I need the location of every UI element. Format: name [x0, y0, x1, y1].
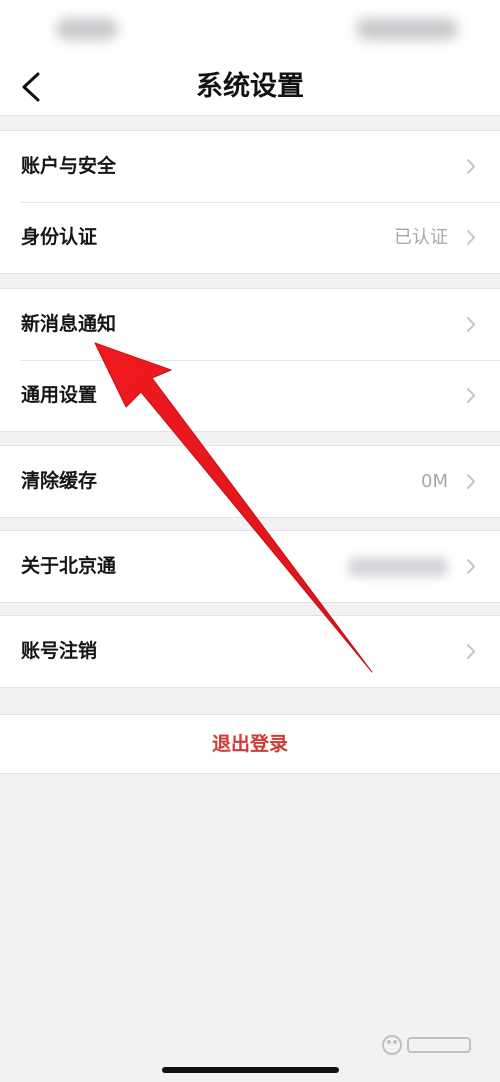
logout-button[interactable]: 退出登录: [0, 714, 500, 774]
chevron-right-icon: [467, 644, 475, 659]
cache-size: 0M: [421, 471, 448, 492]
row-label: 清除缓存: [21, 470, 98, 492]
watermark-logo: [382, 1035, 471, 1055]
status-bar: [0, 0, 500, 60]
row-label: 关于北京通: [21, 555, 117, 577]
settings-group-about: 关于北京通: [0, 530, 500, 603]
settings-group-cache: 清除缓存 0M: [0, 445, 500, 518]
settings-group-account: 账户与安全 身份认证 已认证: [0, 130, 500, 274]
row-general-settings[interactable]: 通用设置: [0, 360, 500, 431]
nav-header: 系统设置: [0, 60, 500, 116]
version-blurred: [348, 557, 448, 577]
row-label: 账号注销: [21, 640, 98, 662]
row-clear-cache[interactable]: 清除缓存 0M: [0, 446, 500, 517]
chevron-right-icon: [467, 559, 475, 574]
chevron-right-icon: [467, 388, 475, 403]
row-label: 账户与安全: [21, 155, 117, 177]
row-label: 通用设置: [21, 384, 98, 406]
row-account-deregistration[interactable]: 账号注销: [0, 616, 500, 687]
settings-group-deregister: 账号注销: [0, 615, 500, 688]
home-indicator: [162, 1067, 339, 1073]
logout-label: 退出登录: [211, 733, 288, 755]
row-new-message-notification[interactable]: 新消息通知: [0, 289, 500, 360]
verification-status: 已认证: [394, 227, 448, 248]
row-label: 新消息通知: [21, 313, 117, 335]
status-time-blurred: [56, 18, 118, 40]
row-account-security[interactable]: 账户与安全: [0, 131, 500, 202]
chevron-right-icon: [467, 317, 475, 332]
chevron-right-icon: [467, 159, 475, 174]
row-identity-verification[interactable]: 身份认证 已认证: [0, 202, 500, 273]
chevron-right-icon: [467, 230, 475, 245]
row-label: 身份认证: [21, 226, 98, 248]
status-icons-blurred: [356, 18, 458, 40]
row-about-app[interactable]: 关于北京通: [0, 531, 500, 602]
chevron-right-icon: [467, 474, 475, 489]
settings-group-notifications: 新消息通知 通用设置: [0, 288, 500, 432]
page-title: 系统设置: [196, 71, 304, 102]
